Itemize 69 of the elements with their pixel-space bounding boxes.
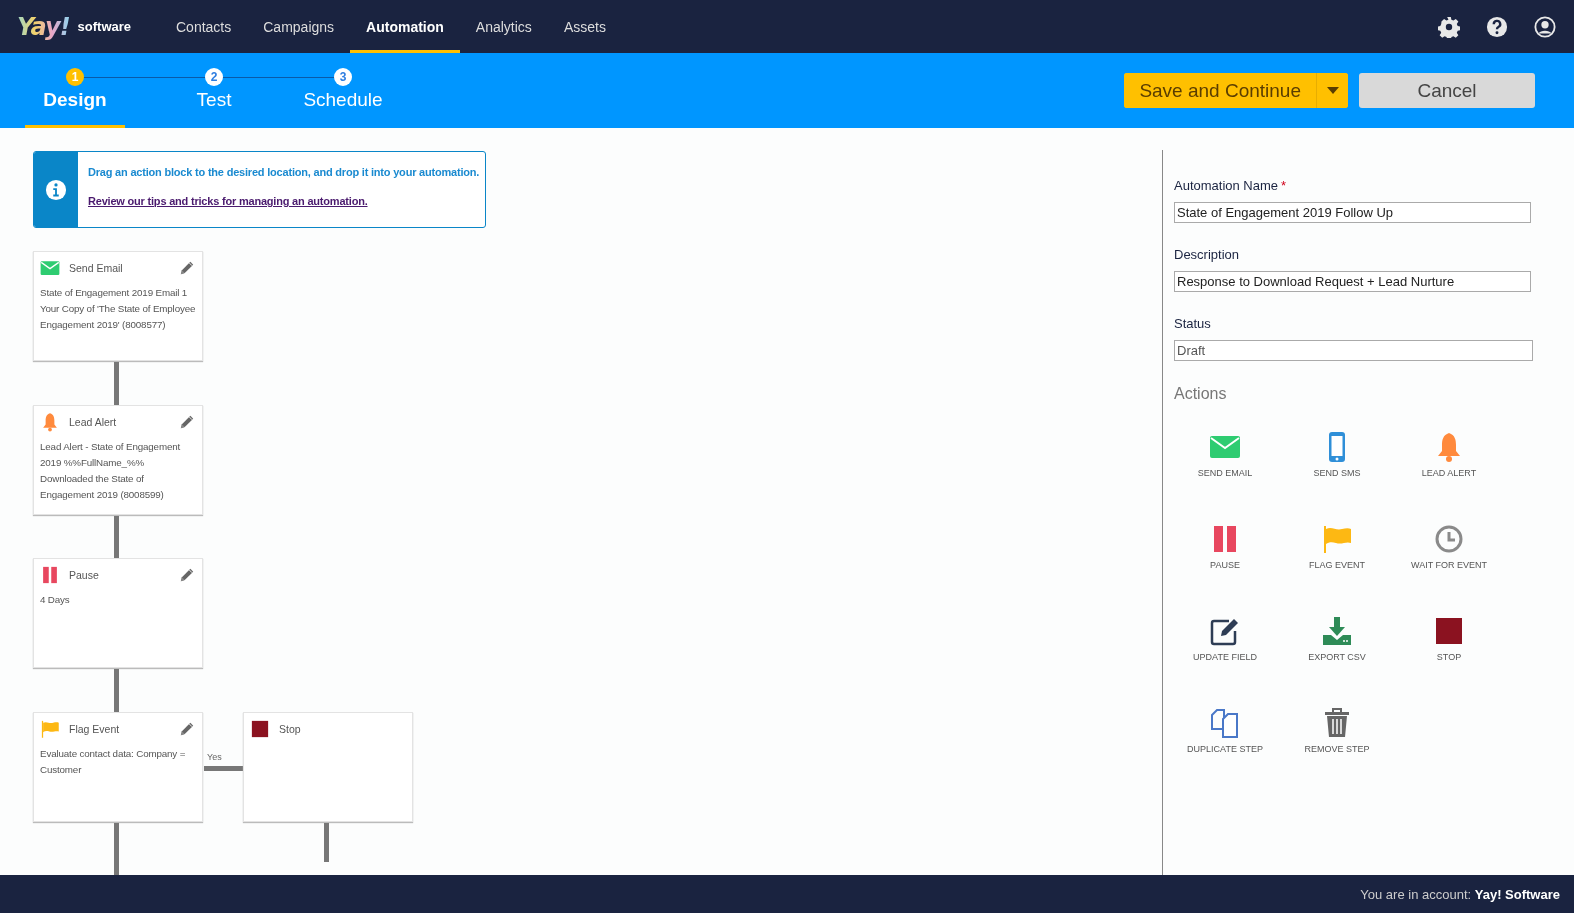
step-title: Flag Event [69,723,120,735]
field-label: Status [1174,316,1211,331]
step-card[interactable]: Flag Event Evaluate contact data: Company = Customer [33,712,203,822]
step-description: Lead Alert - State of Engagement 2019 %%FullName_%% Downloaded the State of Engagement 2019 (8008599) [40,440,182,502]
step-number: 3 [334,68,352,86]
nav-tab[interactable]: Analytics [459,3,548,53]
email-icon [40,258,60,278]
step-card[interactable]: Stop [243,712,413,822]
nav-tab[interactable]: Contacts [160,3,248,53]
wizard-step[interactable]: 3 Schedule [293,53,393,128]
step-card[interactable]: Pause 4 Days [33,558,203,668]
required-mark: * [1281,178,1287,193]
action-label[interactable]: WAIT FOR EVENT [1411,560,1487,570]
pencil-icon[interactable] [178,259,196,277]
actions-heading: Actions [1174,385,1228,403]
step-description: State of Engagement 2019 Email 1 Your Copy of 'The State of Employee Engagement 2019' (8008577) [40,286,196,332]
step-card[interactable]: Send Email State of Engagement 2019 Email 1 Your Copy of 'The State of Employee Engagement 2019' (8008577) [33,251,203,361]
step-number: 2 [205,68,223,86]
info-message: Drag an action block to the desired location, and drop it into your automation. [88,166,480,178]
settings-icon[interactable] [1438,15,1460,38]
alert-icon [40,412,60,432]
step-number: 1 [66,68,84,86]
help-icon[interactable] [1486,15,1508,38]
export-icon[interactable] [1321,615,1353,647]
stop-icon[interactable] [1433,615,1465,647]
step-title: Stop [279,723,301,735]
step-label: Test [196,89,232,111]
step-title: Send Email [69,262,123,274]
action-label[interactable]: FLAG EVENT [1309,560,1365,570]
action-label[interactable]: REMOVE STEP [1304,744,1370,754]
wizard-step[interactable]: 2 Test [164,53,264,128]
pencil-icon[interactable] [178,413,196,431]
pause-icon [40,565,60,585]
info-icon [45,178,67,201]
duplicate-icon[interactable] [1209,707,1241,739]
step-title: Lead Alert [69,416,117,428]
step-description: 4 Days [40,593,71,607]
text-field[interactable]: Response to Download Request + Lead Nurture [1174,271,1531,292]
step-description: Evaluate contact data: Company = Customer [40,747,187,777]
pencil-icon[interactable] [178,566,196,584]
field-label: Description [1174,247,1240,262]
action-label[interactable]: DUPLICATE STEP [1187,744,1263,754]
nav-tab[interactable]: Campaigns [247,3,351,53]
action-label[interactable]: PAUSE [1210,560,1240,570]
action-label[interactable]: EXPORT CSV [1308,652,1366,662]
step-title: Pause [69,569,99,581]
action-label[interactable]: LEAD ALERT [1421,468,1477,478]
flag-icon [40,719,60,739]
user-icon[interactable] [1534,15,1556,38]
pencil-icon[interactable] [178,720,196,738]
action-label[interactable]: STOP [1436,652,1462,662]
wait-icon[interactable] [1433,523,1465,555]
logo-text: software [77,19,132,34]
field-label: Automation Name [1174,178,1279,193]
step-label: Design [43,89,107,111]
tips-link[interactable]: Review our tips and tricks for managing an automation. [88,195,368,207]
action-label[interactable]: SEND SMS [1313,468,1361,478]
action-label[interactable]: SEND EMAIL [1197,468,1253,478]
caret-icon [1326,87,1339,94]
step-label: Schedule [303,89,383,111]
text-field[interactable]: State of Engagement 2019 Follow Up [1174,202,1531,223]
nav-tab[interactable]: Assets [547,3,622,53]
cancel-button[interactable]: Cancel [1359,73,1535,108]
dropdown-button[interactable] [1316,73,1348,108]
stop-icon [250,719,270,739]
step-card[interactable]: Lead Alert Lead Alert - State of Engagement 2019 %%FullName_%% Downloaded the State of Engagement 2019 (8008599) [33,405,203,515]
branch-label: Yes [207,752,222,762]
account-info: You are in account: Yay! Software [1360,886,1560,902]
action-label[interactable]: UPDATE FIELD [1193,652,1257,662]
